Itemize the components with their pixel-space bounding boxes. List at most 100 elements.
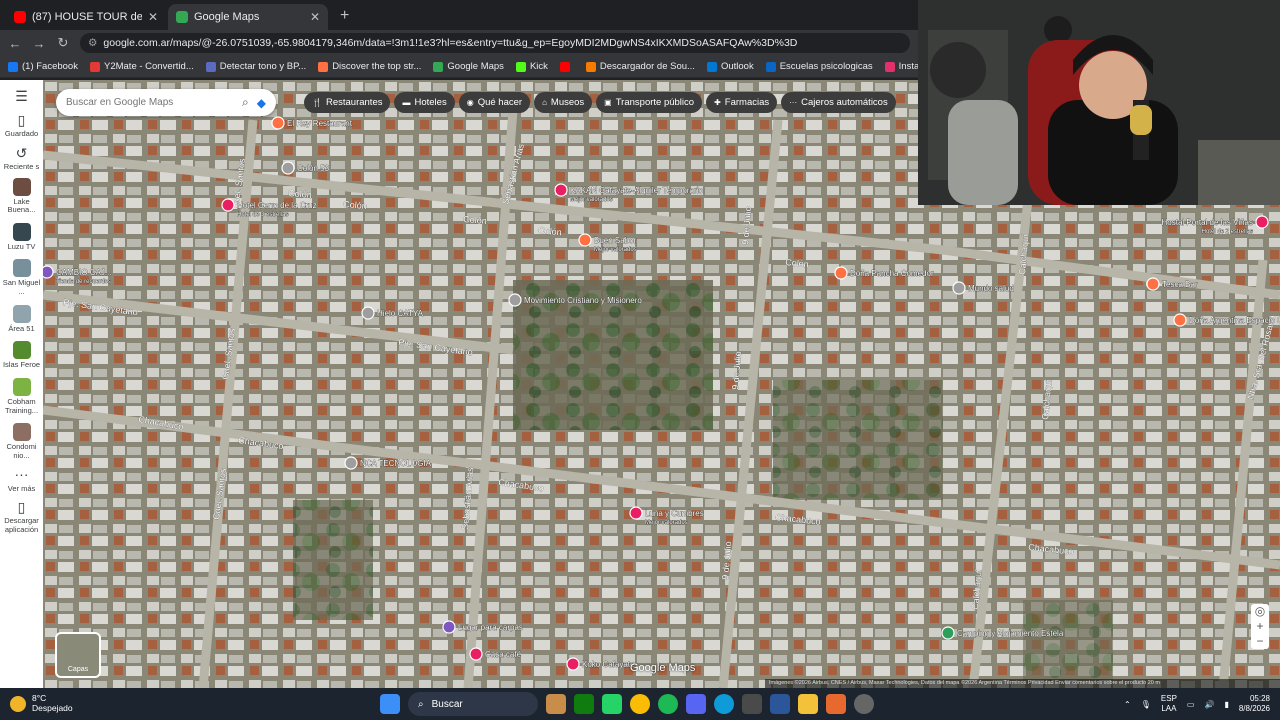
place-pin-icon[interactable] [566,657,580,671]
microphone-icon[interactable]: 🎙 [1141,700,1151,709]
directions-icon[interactable]: ◆ [257,96,266,110]
place-pin-icon[interactable] [1255,215,1269,229]
location-icon[interactable]: ◎ [1255,604,1265,619]
close-tab-icon[interactable]: ✕ [310,10,320,24]
download-app-button[interactable]: ▯ Descargar aplicación [2,499,42,534]
tab-google-maps[interactable]: Google Maps ✕ [168,4,328,30]
clock[interactable]: 05:28 8/8/2026 [1239,694,1270,715]
weather-widget[interactable]: 8°C Despejado [0,693,380,714]
bookmark-item[interactable]: Instagram [884,61,918,72]
whatsapp-icon[interactable] [602,694,622,714]
new-tab-button[interactable]: + [330,7,359,30]
recent-place[interactable]: Islas Feroe [2,341,42,370]
place-marker[interactable]: NCA TECNOLOGIA [344,456,432,470]
bookmark-item[interactable]: (1) Facebook [8,61,78,72]
layers-button[interactable]: Capas [55,632,101,678]
taskbar-search[interactable]: ⌕ Buscar [408,692,538,716]
battery-icon[interactable]: ▮ [1224,700,1228,709]
address-bar[interactable]: ⚙ google.com.ar/maps/@-26.0751039,-65.98… [80,33,910,53]
place-pin-icon[interactable] [554,183,568,197]
place-marker[interactable]: CAMBIO CAJ... Tienda de recuerdos [43,265,112,285]
place-marker[interactable]: Tesca Bar [1146,277,1198,291]
back-icon[interactable]: ← [8,36,22,51]
place-marker[interactable]: Doña Argentina Espacio Cultural [1173,313,1280,327]
windows-start-icon[interactable] [380,694,400,714]
place-marker[interactable]: Buen Sabor Mejor valorados [578,233,637,253]
recent-place[interactable]: Lake Buena... [2,177,42,215]
chip-transporte-p-blico[interactable]: ▣ Transporte público [596,92,703,113]
site-info-icon[interactable]: ⚙ [88,37,97,49]
place-pin-icon[interactable] [1173,313,1187,327]
place-pin-icon[interactable] [361,306,375,320]
network-icon[interactable]: ▭ [1187,700,1195,709]
place-pin-icon[interactable] [1146,277,1160,291]
bookmark-item[interactable]: Descargador de Sou... [585,61,695,72]
forward-icon[interactable]: → [32,36,46,51]
place-pin-icon[interactable] [629,506,643,520]
place-marker[interactable]: Koko Cafayate [566,657,635,671]
chevron-up-icon[interactable]: ⌃ [1124,700,1131,709]
place-pin-icon[interactable] [834,266,848,280]
place-marker[interactable]: Colón 53 [281,161,330,175]
bookmark-item[interactable] [559,61,574,72]
map-attribution[interactable]: Imágenes ©2026 Airbus, CNES / Airbus, Ma… [765,679,1280,688]
place-marker[interactable]: Luna y Cumbres Mejor valorados [629,506,704,526]
word-icon[interactable] [770,694,790,714]
place-pin-icon[interactable] [221,198,235,212]
recent-button[interactable]: ↺ Reciente s [2,145,42,172]
recent-place[interactable]: Condomi nio... [2,423,42,460]
close-tab-icon[interactable]: ✕ [148,10,158,24]
recent-place[interactable]: San Miguel ... [2,259,42,296]
place-pin-icon[interactable] [271,116,285,130]
place-pin-icon[interactable] [442,620,456,634]
chip-farmacias[interactable]: ✚ Farmacias [706,92,778,113]
place-pin-icon[interactable] [344,456,358,470]
place-marker[interactable]: Hotel Cerro de la Cruz Hotel de 3 estrell… [221,198,317,218]
bookmark-item[interactable]: Kick [515,61,548,72]
see-more-button[interactable]: ··· Ver más [2,466,42,493]
place-marker[interactable]: Casa café [469,647,522,661]
recent-place[interactable]: Luzu TV [2,222,42,252]
reload-icon[interactable]: ↻ [56,35,70,51]
discord-icon[interactable] [686,694,706,714]
bookmark-item[interactable]: Google Maps [433,61,504,72]
language-indicator[interactable]: ESP LAA [1161,694,1177,715]
recent-place[interactable]: Área 51 [2,304,42,334]
chip-hoteles[interactable]: ▬ Hoteles [394,92,455,113]
place-pin-icon[interactable] [469,647,483,661]
place-marker[interactable]: El Rey Restaurant [271,116,353,130]
place-pin-icon[interactable] [43,265,54,279]
widgets-icon[interactable] [546,694,566,714]
zoom-in-button[interactable]: + [1256,619,1263,634]
spotify-icon[interactable] [658,694,678,714]
place-marker[interactable]: Movimiento Cristiano y Misionero [508,293,643,307]
bookmark-item[interactable]: Outlook [706,61,754,72]
place-pin-icon[interactable] [508,293,522,307]
chrome-icon[interactable] [630,694,650,714]
place-marker[interactable]: Hielo CATYA [361,306,424,320]
place-marker[interactable]: Mundo salud [952,281,1014,295]
bookmark-item[interactable]: Detectar tono y BP... [205,61,306,72]
chip-cajeros-autom-ticos[interactable]: ··· Cajeros automáticos [781,92,896,113]
place-marker[interactable]: Lugar para carpas [442,620,523,634]
game-icon[interactable] [826,694,846,714]
volume-icon[interactable]: 🔊 [1204,700,1214,709]
settings-icon[interactable] [854,694,874,714]
saved-button[interactable]: ▯ Guardado [2,112,42,139]
edge-icon[interactable] [714,694,734,714]
place-pin-icon[interactable] [941,626,955,640]
bookmark-item[interactable]: Escuelas psicologicas [765,61,873,72]
chip-restaurantes[interactable]: 🍴 Restaurantes [304,92,391,113]
place-pin-icon[interactable] [578,233,592,247]
bookmark-item[interactable]: Y2Mate - Convertid... [89,61,194,72]
place-marker[interactable]: Camping y Alojamiento Estela [941,626,1064,640]
menu-button[interactable]: ☰ [2,88,42,106]
zoom-out-button[interactable]: − [1256,634,1263,649]
tab-youtube[interactable]: (87) HOUSE TOUR de mi NUEVA ✕ [6,4,166,30]
place-marker[interactable]: Doña Pancha Comedor [834,266,934,280]
place-marker[interactable]: KAKAN Cafayate-Alquiler Temporario Mejor … [554,183,704,203]
xbox-icon[interactable] [574,694,594,714]
search-input[interactable] [66,97,235,108]
place-pin-icon[interactable] [952,281,966,295]
search-icon[interactable]: ⌕ [242,95,249,110]
